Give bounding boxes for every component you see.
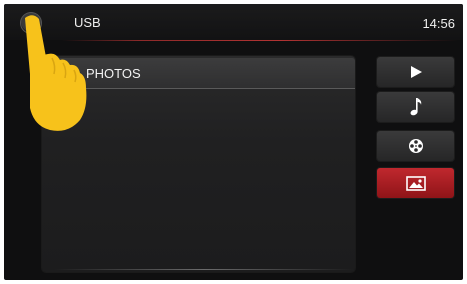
photo-button[interactable] (377, 168, 454, 198)
source-title: USB (74, 15, 101, 30)
list-item-label: PHOTOS (86, 66, 141, 81)
header-divider (62, 40, 458, 41)
list-divider (42, 88, 355, 89)
film-reel-icon (408, 139, 423, 153)
media-list: PHOTOS (42, 56, 355, 272)
head-unit-screen: USB 14:56 PHOTOS (4, 4, 463, 280)
video-button[interactable] (377, 57, 454, 87)
list-item-photos[interactable]: PHOTOS (42, 58, 355, 88)
photo-icon (405, 175, 426, 191)
home-button[interactable] (20, 12, 42, 34)
play-icon (410, 66, 422, 78)
music-note-icon (410, 98, 421, 116)
top-bar: USB 14:56 (4, 4, 463, 40)
film-button[interactable] (377, 131, 454, 161)
music-button[interactable] (377, 92, 454, 122)
list-bottom-divider (54, 269, 354, 270)
clock: 14:56 (422, 16, 455, 31)
